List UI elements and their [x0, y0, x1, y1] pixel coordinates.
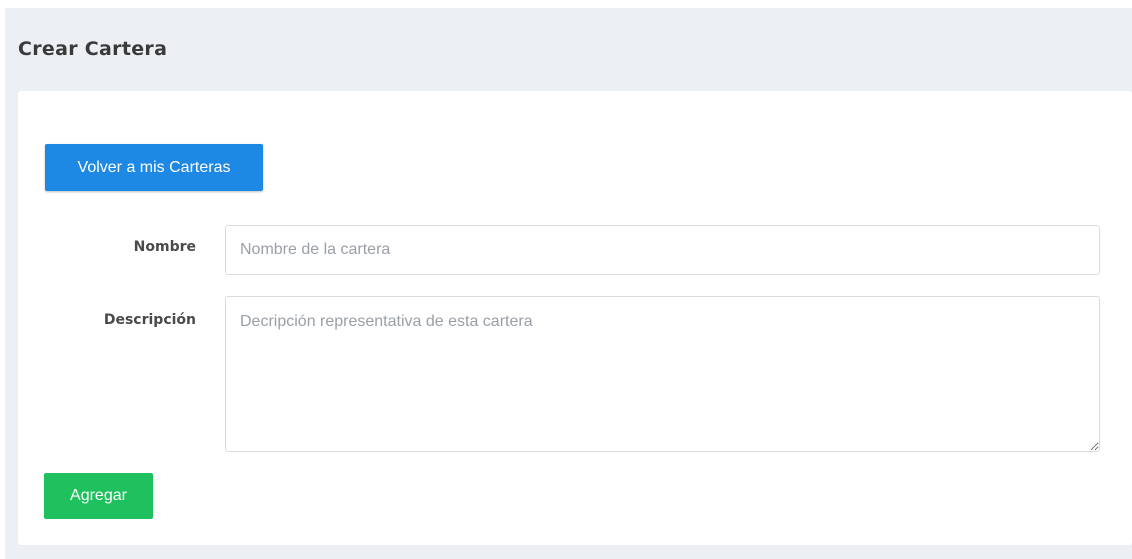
descripcion-label: Descripción	[103, 312, 196, 328]
nombre-label: Nombre	[133, 239, 196, 255]
form-card: Volver a mis Carteras Nombre Descripción…	[18, 91, 1132, 545]
descripcion-textarea[interactable]	[225, 296, 1100, 452]
page-title: Crear Cartera	[18, 38, 168, 60]
back-to-carteras-button[interactable]: Volver a mis Carteras	[45, 144, 263, 191]
agregar-button[interactable]: Agregar	[44, 473, 153, 519]
nombre-input[interactable]	[225, 225, 1100, 275]
